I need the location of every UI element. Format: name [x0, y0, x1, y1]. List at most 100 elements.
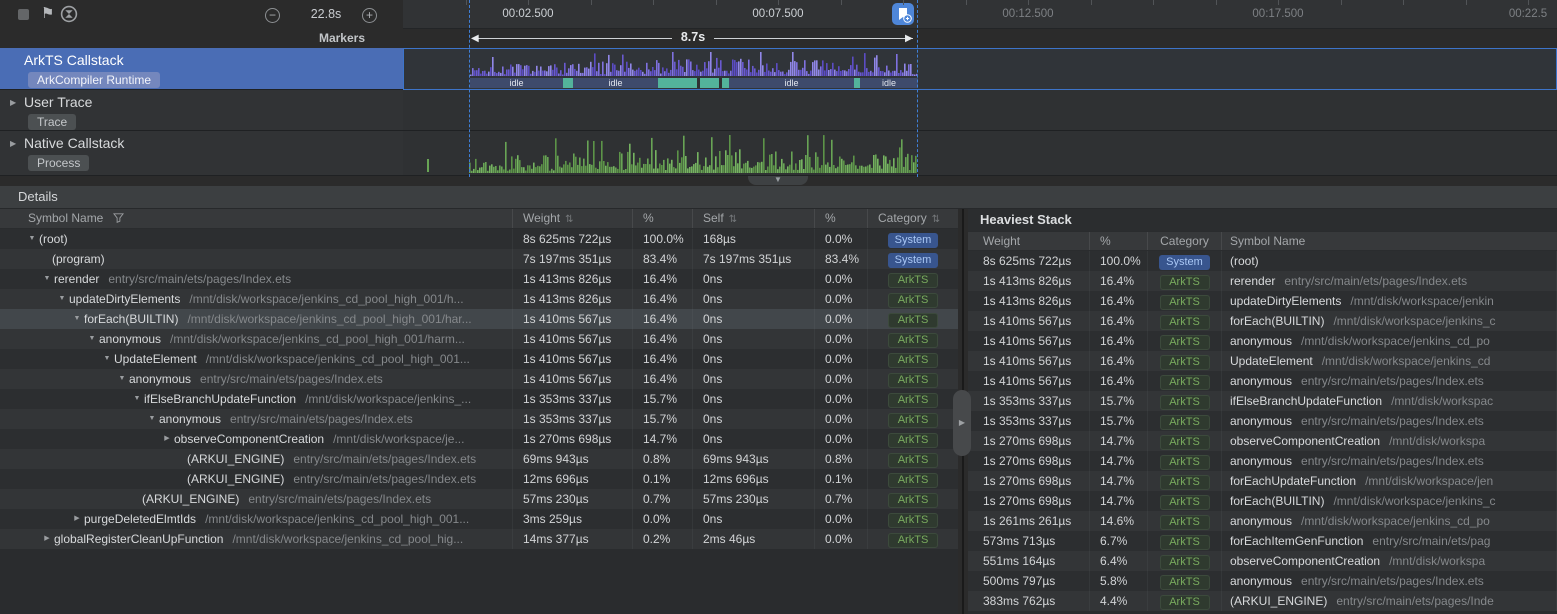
collapse-tab[interactable]: ▼ [748, 176, 808, 185]
table-row[interactable]: 1s 410ms 567µs 16.4% ArkTS forEach(BUILTIN)… [968, 311, 1557, 331]
track-area-native-callstack[interactable] [403, 131, 1557, 176]
column-weight[interactable]: Weight ⇅ [513, 209, 633, 228]
expand-down-icon[interactable]: ▼ [40, 269, 54, 289]
time-label: 00:02.500 [502, 8, 554, 20]
selection-duration-label: 8.7s [469, 30, 917, 44]
table-row[interactable]: 1s 353ms 337µs 15.7% ArkTS ifElseBranchUpda… [968, 391, 1557, 411]
symbol-name: forEachUpdateFunction [1230, 474, 1357, 488]
idle-segment: idle [573, 78, 658, 88]
percent-cell: 14.7% [1090, 451, 1148, 471]
table-row[interactable]: ▶ purgeDeletedElmtIds/mnt/disk/workspace/… [0, 509, 958, 529]
table-row[interactable]: 1s 353ms 337µs 15.7% ArkTS anonymous entry/s… [968, 411, 1557, 431]
table-row[interactable]: ▼ (root) 8s 625ms 722µs 100.0% 168µs 0.0% Syst… [0, 229, 958, 249]
selection-dash-left[interactable] [469, 0, 470, 177]
track-header-user-trace[interactable]: ▶ User Trace Trace [0, 90, 403, 131]
table-row[interactable]: 573ms 713µs 6.7% ArkTS forEachItemGenFuncti… [968, 531, 1557, 551]
markers-row: Markers [0, 29, 403, 48]
table-row[interactable]: 1s 410ms 567µs 16.4% ArkTS UpdateElement/mn… [968, 351, 1557, 371]
table-row[interactable]: 1s 410ms 567µs 16.4% ArkTS anonymous/mnt/di… [968, 331, 1557, 351]
table-row[interactable]: ▼ anonymous/mnt/disk/workspace/jenkins_cd… [0, 329, 958, 349]
selection-dash-right[interactable] [917, 0, 918, 177]
table-row[interactable]: (ARKUI_ENGINE) entry/src/main/ets/pages/I… [0, 449, 958, 469]
table-row[interactable]: 1s 270ms 698µs 14.7% ArkTS forEachUpdateFun… [968, 471, 1557, 491]
time-label: 00:22.5 [1508, 8, 1548, 20]
weight-cell: 12ms 696µs [513, 469, 633, 489]
self-cell: 12ms 696µs [693, 469, 815, 489]
percent-cell: 14.7% [633, 429, 693, 449]
category-badge: System [887, 233, 939, 248]
track-header-native-callstack[interactable]: ▶ Native Callstack Process [0, 131, 403, 176]
table-row[interactable]: ▼ anonymous entry/src/main/ets/pages/Index… [0, 409, 958, 429]
track-header-arkts-callstack[interactable]: ArkTS Callstack ArkCompiler Runtime [0, 48, 403, 90]
table-row[interactable]: 500ms 797µs 5.8% ArkTS anonymous entry/src/m… [968, 571, 1557, 591]
tick-mark [528, 0, 529, 5]
table-row[interactable]: ▶ observeComponentCreation/mnt/disk/works… [0, 429, 958, 449]
category-cell: ArkTS [868, 469, 958, 489]
tick-mark [1028, 0, 1029, 5]
table-row[interactable]: ▼ updateDirtyElements/mnt/disk/workspace/… [0, 289, 958, 309]
splitter-handle[interactable]: ▶ [953, 390, 971, 456]
table-row[interactable]: 1s 261ms 261µs 14.6% ArkTS anonymous/mnt/di… [968, 511, 1557, 531]
expand-right-icon[interactable]: ▶ [160, 429, 174, 449]
table-row[interactable]: 1s 413ms 826µs 16.4% ArkTS rerender entry/sr… [968, 271, 1557, 291]
expand-down-icon[interactable]: ▼ [70, 309, 84, 329]
heaviest-stack-body: 8s 625ms 722µs 100.0% System (root) 1s 413ms… [968, 251, 1557, 611]
flag-icon[interactable]: ⚑ [41, 3, 54, 25]
column-self-percent[interactable]: % [815, 209, 868, 228]
expand-down-icon[interactable]: ▼ [145, 409, 159, 429]
table-row[interactable]: (program) 7s 197ms 351µs 83.4% 7s 197ms 351… [0, 249, 958, 269]
symbol-path: entry/src/main/ets/pages/Index.ets [1301, 414, 1484, 428]
table-row[interactable]: 1s 410ms 567µs 16.4% ArkTS anonymous entry/s… [968, 371, 1557, 391]
percent-cell: 15.7% [633, 389, 693, 409]
category-badge: ArkTS [888, 333, 938, 348]
table-row[interactable]: 1s 270ms 698µs 14.7% ArkTS observeComponent… [968, 431, 1557, 451]
expand-down-icon[interactable]: ▼ [85, 329, 99, 349]
table-row[interactable]: ▼ ifElseBranchUpdateFunction/mnt/disk/wor… [0, 389, 958, 409]
table-row[interactable]: 8s 625ms 722µs 100.0% System (root) [968, 251, 1557, 271]
expand-down-icon[interactable]: ▼ [115, 369, 129, 389]
expand-down-icon[interactable]: ▼ [100, 349, 114, 369]
zoom-out-button[interactable]: − [265, 8, 280, 23]
stop-icon[interactable] [18, 9, 29, 20]
symbol-path: /mnt/disk/workspace/jenkins_cd_pool_high… [205, 512, 470, 526]
table-row[interactable]: 1s 413ms 826µs 16.4% ArkTS updateDirtyEleme… [968, 291, 1557, 311]
symbol-path: /mnt/disk/workspace/jenkins_cd_pool_high… [170, 332, 465, 346]
table-row[interactable]: (ARKUI_ENGINE) entry/src/main/ets/pages/I… [0, 489, 958, 509]
expand-down-icon[interactable]: ▼ [55, 289, 69, 309]
expand-right-icon[interactable]: ▶ [10, 139, 16, 148]
table-row[interactable]: ▼ UpdateElement/mnt/disk/workspace/jenkin… [0, 349, 958, 369]
symbol-path: entry/src/main/ets/pages/Index.ets [293, 452, 477, 466]
expand-down-icon[interactable]: ▼ [130, 389, 144, 409]
symbol-path: /mnt/disk/workspace/je... [333, 432, 465, 446]
table-row[interactable]: 383ms 762µs 4.4% ArkTS (ARKUI_ENGINE) entry/… [968, 591, 1557, 611]
expand-right-icon[interactable]: ▶ [10, 98, 16, 107]
bookmark-add-icon[interactable] [892, 3, 914, 25]
weight-cell: 1s 413ms 826µs [968, 291, 1090, 311]
table-row[interactable]: ▶ globalRegisterCleanUpFunction/mnt/disk/… [0, 529, 958, 549]
details-table-header: Symbol Name Weight ⇅ % Self ⇅ % Category ⇅ [0, 209, 958, 229]
percent-cell: 100.0% [633, 229, 693, 249]
details-table-body: ▼ (root) 8s 625ms 722µs 100.0% 168µs 0.0% Syst… [0, 229, 958, 549]
table-row[interactable]: ▼ anonymous entry/src/main/ets/pages/Index… [0, 369, 958, 389]
expand-right-icon[interactable]: ▶ [40, 529, 54, 549]
column-percent[interactable]: % [633, 209, 693, 228]
table-row[interactable]: 551ms 164µs 6.4% ArkTS observeComponentCrea… [968, 551, 1557, 571]
column-self[interactable]: Self ⇅ [693, 209, 815, 228]
expand-down-icon[interactable]: ▼ [25, 229, 39, 249]
hourglass-icon[interactable] [60, 5, 78, 23]
table-row[interactable]: 1s 270ms 698µs 14.7% ArkTS anonymous entry/s… [968, 451, 1557, 471]
track-area-arkts-callstack[interactable]: idle idle idle idle [403, 48, 1557, 90]
time-ruler[interactable]: 00:02.500 00:07.500 00:12.500 00:17.500 00:2… [403, 0, 1557, 29]
table-row[interactable]: (ARKUI_ENGINE) entry/src/main/ets/pages/I… [0, 469, 958, 489]
table-row[interactable]: ▼ forEach(BUILTIN) /mnt/disk/workspace/jen… [0, 309, 958, 329]
column-category[interactable]: Category ⇅ [868, 209, 958, 228]
expand-right-icon[interactable]: ▶ [70, 509, 84, 529]
track-area-user-trace[interactable] [403, 90, 1557, 131]
filter-icon[interactable] [112, 212, 124, 223]
table-row[interactable]: 1s 270ms 698µs 14.7% ArkTS forEach(BUILTIN)… [968, 491, 1557, 511]
table-row[interactable]: ▼ rerender entry/src/main/ets/pages/Index.… [0, 269, 958, 289]
percent-cell: 100.0% [1090, 251, 1148, 271]
symbol-cell: (ARKUI_ENGINE) entry/src/main/ets/pages/I… [1222, 591, 1557, 611]
category-badge: ArkTS [888, 453, 938, 468]
zoom-in-button[interactable]: + [362, 8, 377, 23]
